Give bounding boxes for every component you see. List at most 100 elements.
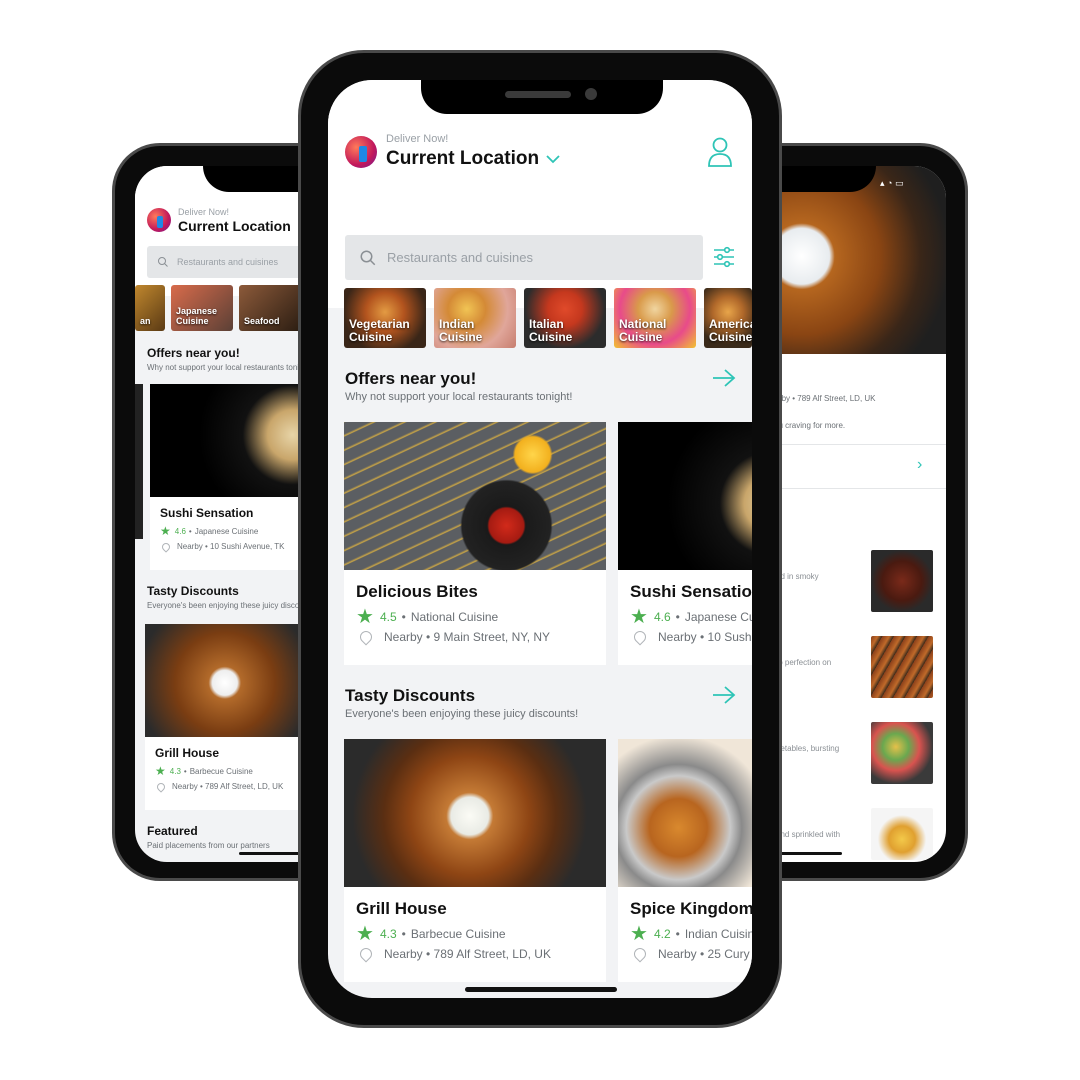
restaurant-card[interactable]: Delicious Bites ★ 4.5 • National Cuisine… [344, 422, 606, 665]
restaurant-card[interactable]: Grill House ★ 4.3 • Barbecue Cuisine Nea… [344, 739, 606, 982]
restaurant-image [618, 422, 752, 570]
notch [421, 80, 663, 114]
center-screen: Deliver Now! Current Location Restaurant… [328, 80, 752, 998]
location-pin-icon [631, 945, 649, 963]
address: Nearby • 9 Main Street, NY, NY [384, 630, 551, 644]
category-label: Vegetarian Cuisine [349, 316, 410, 344]
category-label: Japanese Cuisine [176, 306, 218, 327]
location-selector[interactable]: Current Location [386, 148, 561, 170]
restaurant-card[interactable]: Sushi Sensation ★ 4.6 • Japanese Cuisine… [618, 422, 752, 665]
front-camera [585, 88, 597, 100]
rating-line: ★ 4.5 • National Cuisine [356, 606, 499, 628]
side-button [112, 296, 114, 351]
address: Nearby • 789 Alf Street, LD, UK [384, 947, 551, 961]
rating-value: 4.5 [379, 610, 397, 624]
discounts-subtitle: Everyone's been enjoying these juicy dis… [345, 708, 579, 720]
cuisine: Japanese Cuisine [194, 526, 259, 536]
search-input[interactable]: Restaurants and cuisines [147, 246, 312, 278]
right-screen: ▴ ◔ ▭ earby • 789 Alf Street, LD, UK you… [770, 166, 946, 862]
offers-subtitle: Why not support your local restaurants t… [147, 363, 312, 372]
arrow-right-icon[interactable] [712, 685, 736, 705]
menu-item[interactable]: getables, bursting [770, 722, 946, 786]
menu-item-desc: and sprinkled with [776, 830, 841, 839]
star-icon: ★ [356, 923, 374, 945]
search-input[interactable]: Restaurants and cuisines [345, 235, 703, 280]
discounts-title: Tasty Discounts [345, 686, 476, 705]
restaurant-card[interactable]: Spice Kingdom ★ 4.2 • Indian Cuisine Nea… [618, 739, 752, 982]
location-selector[interactable]: Current Location [178, 218, 291, 234]
menu-item-image [871, 808, 933, 860]
rating-value: 4.3 [169, 766, 181, 776]
location-pin-icon [155, 780, 167, 793]
cuisine: National Cuisine [410, 610, 499, 624]
restaurant-name: Delicious Bites [356, 582, 478, 601]
cuisine: Barbecue Cuisine [189, 766, 253, 776]
location-label: Current Location [386, 148, 540, 169]
center-phone-mockup: Deliver Now! Current Location Restaurant… [298, 50, 782, 1028]
search-placeholder: Restaurants and cuisines [177, 257, 279, 267]
category-label: Italian Cuisine [529, 316, 573, 344]
notch [770, 166, 876, 192]
category-tile[interactable]: Japanese Cuisine [171, 285, 233, 331]
address: Nearby • 10 Sushi Avenue, TK [177, 542, 285, 551]
restaurant-image [150, 384, 312, 497]
restaurant-card[interactable]: Grill House ★ 4.3 • Barbecue Cuisine Nea… [145, 624, 312, 810]
address-line: Nearby • 10 Sushi Avenue, TK [631, 628, 752, 646]
restaurant-image [145, 624, 312, 737]
filter-icon[interactable] [713, 246, 735, 268]
search-icon [360, 250, 376, 265]
category-tile[interactable]: Seafood [239, 285, 301, 331]
profile-icon[interactable] [706, 136, 734, 168]
side-button [112, 364, 114, 419]
category-tile[interactable]: an [135, 285, 165, 331]
arrow-right-icon[interactable] [712, 368, 736, 388]
status-icons: ▴ ◔ ▭ [880, 178, 904, 188]
rating-line: ★ 4.6 • Japanese Cuisine [160, 524, 259, 538]
restaurant-name: Grill House [155, 746, 220, 760]
category-american[interactable]: American Cuisine [704, 288, 752, 348]
category-italian[interactable]: Italian Cuisine [524, 288, 606, 348]
restaurant-card-peek[interactable] [135, 384, 143, 539]
rating-line: ★ 4.2 • Indian Cuisine [630, 924, 752, 944]
menu-item[interactable]: to perfection on [770, 636, 946, 700]
app-logo-icon [345, 136, 377, 168]
restaurant-name: Grill House [356, 899, 447, 918]
menu-item-desc: getables, bursting [776, 744, 840, 753]
featured-title: Featured [147, 824, 198, 838]
hero-image [770, 166, 946, 354]
rating-value: 4.3 [379, 927, 397, 941]
address-line: Nearby • 25 Cury [631, 945, 750, 963]
category-vegetarian[interactable]: Vegetarian Cuisine [344, 288, 426, 348]
restaurant-card[interactable]: Sushi Sensation ★ 4.6 • Japanese Cuisine… [150, 384, 312, 570]
restaurant-name: Sushi Sensation [160, 506, 254, 520]
side-button [966, 316, 968, 401]
location-pin-icon [160, 540, 172, 553]
deliver-label: Deliver Now! [386, 133, 449, 145]
star-icon: ★ [630, 923, 648, 945]
category-label: Indian Cuisine [439, 316, 483, 344]
right-phone-mockup: ▴ ◔ ▭ earby • 789 Alf Street, LD, UK you… [770, 143, 968, 881]
rating-line: ★ 4.3 • Barbecue Cuisine [356, 923, 506, 945]
star-icon: ★ [155, 764, 166, 778]
category-indian[interactable]: Indian Cuisine [434, 288, 516, 348]
app-logo-icon [147, 208, 171, 232]
restaurant-image [618, 739, 752, 887]
category-label: Seafood [244, 316, 280, 327]
menu-item-image [871, 722, 933, 784]
discounts-subtitle: Everyone's been enjoying these juicy dis… [147, 601, 312, 610]
restaurant-image [344, 739, 606, 887]
chevron-right-icon[interactable]: › [917, 456, 922, 474]
category-national[interactable]: National Cuisine [614, 288, 696, 348]
rating-line: ★ 4.6 • Japanese Cuisine [630, 607, 752, 627]
left-screen: Deliver Now! Current Location Restaurant… [135, 166, 312, 862]
search-placeholder: Restaurants and cuisines [387, 250, 533, 265]
home-indicator [465, 987, 617, 992]
restaurant-name: Spice Kingdom [630, 899, 752, 918]
featured-subtitle: Paid placements from our partners [147, 841, 270, 850]
menu-item-image [871, 550, 933, 612]
notch [203, 166, 312, 192]
rating-value: 4.6 [653, 610, 671, 624]
deliver-label: Deliver Now! [178, 207, 230, 217]
menu-item[interactable]: ed in smoky [770, 550, 946, 614]
address-line: Nearby • 789 Alf Street, LD, UK [155, 780, 283, 793]
